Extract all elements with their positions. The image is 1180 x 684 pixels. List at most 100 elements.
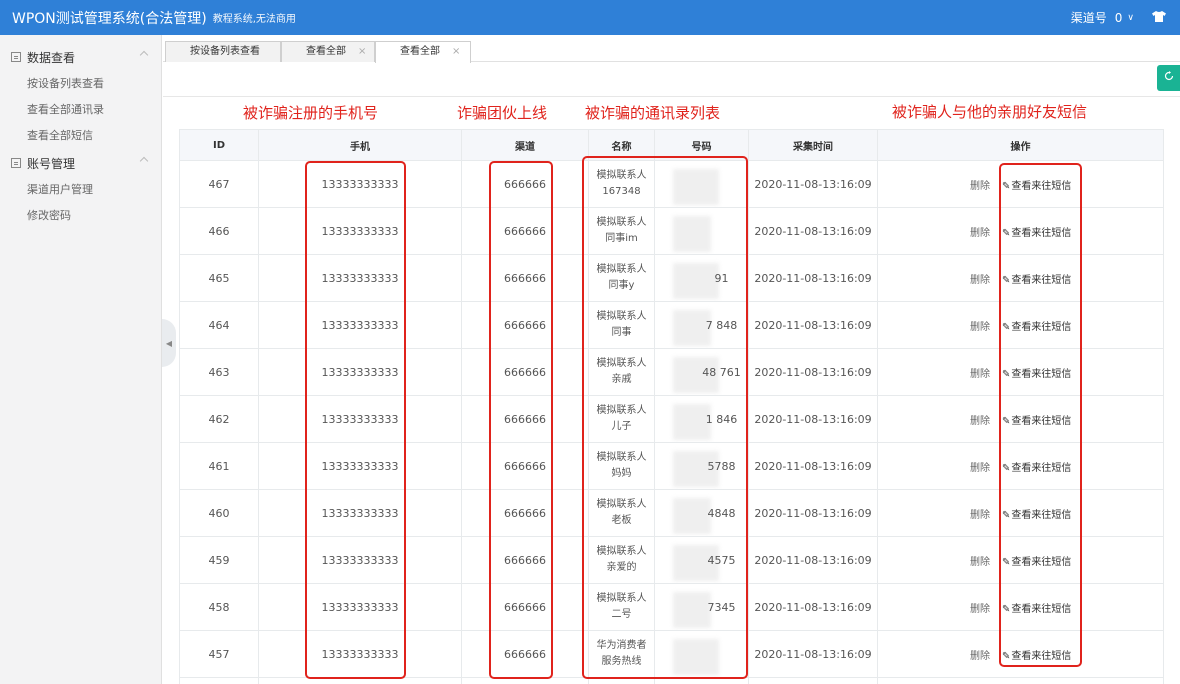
view-sms-link[interactable]: ✎查看来往短信	[1002, 228, 1071, 239]
table-row: 462 13333333333 666666 模拟联系人 儿子 1 846 2020-11-…	[179, 395, 1164, 443]
header-channel[interactable]: 渠道	[461, 129, 589, 161]
cell-id: 467	[179, 160, 259, 208]
pencil-icon: ✎	[1002, 415, 1011, 427]
cell-time: 2020-11-08-13:16:09	[748, 536, 878, 584]
delete-link[interactable]: 删除	[970, 275, 990, 286]
name-line-1: 模拟联系人	[596, 170, 647, 181]
delete-link[interactable]: 删除	[970, 604, 990, 615]
contacts-table: ID 手机 渠道 名称 号码 采集时间 操作 467 13333333333 666…	[179, 129, 1164, 684]
header-actions: 操作	[877, 129, 1164, 161]
view-sms-link[interactable]: ✎查看来往短信	[1002, 181, 1071, 192]
cell-time: 2020-11-08-13:16:09	[748, 160, 878, 208]
cell-number: 4575	[654, 536, 749, 584]
delete-link[interactable]: 删除	[970, 228, 990, 239]
cell-id: 458	[179, 583, 259, 631]
delete-link[interactable]: 删除	[970, 510, 990, 521]
delete-link[interactable]: 删除	[970, 181, 990, 192]
view-sms-label: 查看来往短信	[1011, 274, 1072, 286]
name-line-2: 167348	[602, 186, 641, 197]
view-sms-link[interactable]: ✎查看来往短信	[1002, 275, 1071, 286]
name-line-1: 模拟联系人	[596, 217, 647, 228]
table-row: 463 13333333333 666666 模拟联系人 亲戚 48 761 2020-11…	[179, 348, 1164, 396]
table-row: 461 13333333333 666666 模拟联系人 妈妈 5788 2020-11-0…	[179, 442, 1164, 490]
name-line-1: 模拟联系人	[596, 405, 647, 416]
view-sms-label: 查看来往短信	[1011, 368, 1072, 380]
view-sms-label: 查看来往短信	[1011, 180, 1072, 192]
name-line-2: 同事y	[608, 280, 635, 291]
cell-actions: 删除 ✎查看来往短信	[877, 630, 1164, 678]
cell-phone: 13333333333	[258, 301, 462, 349]
cell-number: 48 761	[654, 348, 749, 396]
table-header-row: ID 手机 渠道 名称 号码 采集时间 操作	[179, 129, 1164, 161]
cell-id: 460	[179, 489, 259, 537]
name-line-2: 妈妈	[611, 468, 632, 479]
delete-link[interactable]: 删除	[970, 463, 990, 474]
header-id[interactable]: ID	[179, 129, 259, 161]
cell-phone: 13333333333	[258, 160, 462, 208]
name-line-2: 亲爱的	[606, 562, 637, 573]
cell-name: 模拟联系人 亲爱的	[588, 536, 655, 584]
view-sms-link[interactable]: ✎查看来往短信	[1002, 369, 1071, 380]
cell-time: 2020-11-08-13:16:09	[748, 583, 878, 631]
cell-name: 模拟联系人 同事	[588, 301, 655, 349]
name-line-2: 老板	[611, 515, 632, 526]
pencil-icon: ✎	[1002, 180, 1011, 192]
cell-id: 457	[179, 630, 259, 678]
cell-phone: 13333333333	[258, 583, 462, 631]
name-line-2: 同事	[611, 327, 632, 338]
name-line-1: 华为消费者	[596, 640, 647, 651]
cell-channel: 666666	[461, 442, 589, 490]
view-sms-link[interactable]: ✎查看来往短信	[1002, 557, 1071, 568]
delete-link[interactable]: 删除	[970, 557, 990, 568]
name-line-1: 模拟联系人	[596, 358, 647, 369]
table-row: 464 13333333333 666666 模拟联系人 同事 7 848 2020-11-…	[179, 301, 1164, 349]
cell-actions: 删除 ✎查看来往短信	[877, 442, 1164, 490]
cell-channel: 666666	[461, 160, 589, 208]
cell-name: 模拟联系人 老板	[588, 489, 655, 537]
view-sms-label: 查看来往短信	[1011, 227, 1072, 239]
name-line-1: 模拟联系人	[596, 452, 647, 463]
name-line-1: 模拟联系人	[596, 499, 647, 510]
cell-name: 模拟联系人 儿子	[588, 395, 655, 443]
view-sms-link[interactable]: ✎查看来往短信	[1002, 604, 1071, 615]
view-sms-link[interactable]: ✎查看来往短信	[1002, 463, 1071, 474]
cell-actions: 删除 ✎查看来往短信	[877, 301, 1164, 349]
header-time[interactable]: 采集时间	[748, 129, 878, 161]
cell-number: 91	[654, 254, 749, 302]
cell-name: 模拟联系人同事y	[588, 254, 655, 302]
cell-phone: 13333333333	[258, 254, 462, 302]
view-sms-link[interactable]: ✎查看来往短信	[1002, 322, 1071, 333]
delete-link[interactable]: 删除	[970, 322, 990, 333]
cell-time: 2020-11-08-13:16:09	[748, 301, 878, 349]
cell-actions: 删除 ✎查看来往短信	[877, 348, 1164, 396]
view-sms-link[interactable]: ✎查看来往短信	[1002, 416, 1071, 427]
table-row: 465 13333333333 666666 模拟联系人 同事y 91 2020-11-08…	[179, 254, 1164, 302]
cell-id: 459	[179, 536, 259, 584]
cell-name: 模拟联系人 亲戚	[588, 348, 655, 396]
view-sms-label: 查看来往短信	[1011, 415, 1072, 427]
header-name[interactable]: 名称	[588, 129, 655, 161]
name-line-1: 模拟联系人	[596, 593, 647, 604]
header-phone[interactable]: 手机	[258, 129, 462, 161]
cell-time: 2020-11-08-13:16:09	[748, 630, 878, 678]
view-sms-link[interactable]: ✎查看来往短信	[1002, 651, 1071, 662]
cell-actions: 删除 ✎查看来往短信	[877, 489, 1164, 537]
cell-channel: 666666	[461, 348, 589, 396]
cell-actions: 删除 ✎查看来往短信	[877, 395, 1164, 443]
cell-number	[654, 630, 749, 678]
delete-link[interactable]: 删除	[970, 651, 990, 662]
name-line-1: 模拟联系人	[596, 264, 647, 275]
delete-link[interactable]: 删除	[970, 369, 990, 380]
name-line-2: 二号	[611, 609, 632, 620]
redaction-blur	[673, 169, 719, 205]
table-row: 460 13333333333 666666 模拟联系人 老板 4848 2020-11-0…	[179, 489, 1164, 537]
cell-number	[654, 207, 749, 255]
table-row: 457 13333333333 666666 华为消费者 服务热线 2020-11-08-…	[179, 630, 1164, 678]
header-number[interactable]: 号码	[654, 129, 749, 161]
number-text: 48 761	[702, 365, 741, 379]
view-sms-link[interactable]: ✎查看来往短信	[1002, 510, 1071, 521]
cell-time: 2020-11-08-13:16:09	[748, 348, 878, 396]
cell-actions: 删除 ✎查看来往短信	[877, 160, 1164, 208]
pencil-icon: ✎	[1002, 274, 1011, 286]
delete-link[interactable]: 删除	[970, 416, 990, 427]
